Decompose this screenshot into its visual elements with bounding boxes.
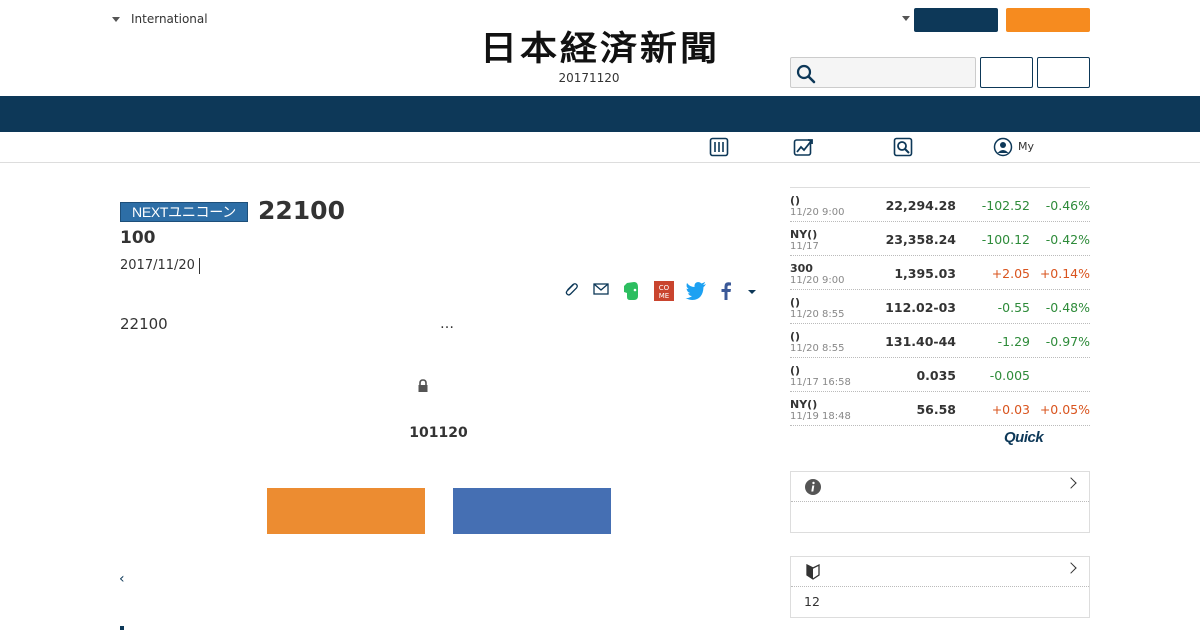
svg-text:ME: ME: [659, 292, 669, 300]
market-value: 112.02-03: [885, 300, 956, 315]
back-link[interactable]: ‹: [119, 571, 125, 587]
header-date: 20171120: [558, 71, 620, 85]
market-time: 11/20 9:00: [790, 275, 845, 286]
account-caret-icon[interactable]: [902, 16, 910, 21]
market-change: +0.03: [991, 402, 1030, 417]
edition-label: International: [131, 12, 208, 26]
market-change: -0.005: [989, 368, 1030, 383]
market-change: +2.05: [991, 266, 1030, 281]
market-row[interactable]: 300 11/20 9:00 1,395.03 +2.05 +0.14%: [790, 256, 1090, 290]
market-time: 11/20 8:55: [790, 309, 845, 320]
market-percent: +0.14%: [1039, 266, 1090, 281]
svg-text:CO: CO: [659, 284, 670, 292]
mail-icon[interactable]: [592, 280, 610, 298]
article-title: 22100: [258, 196, 345, 225]
market-change: -100.12: [981, 232, 1030, 247]
my-label[interactable]: My: [1018, 140, 1034, 153]
twitter-icon[interactable]: [684, 280, 708, 302]
chevron-right-icon: [1065, 477, 1077, 489]
site-header: International 日本経済新聞 20171120: [0, 0, 1200, 96]
header-button-2[interactable]: [1037, 57, 1090, 88]
date-separator: [199, 258, 200, 274]
caret-down-icon: [112, 16, 120, 22]
info-icon: [805, 479, 821, 495]
subscribe-cta-button[interactable]: [267, 488, 425, 534]
market-row[interactable]: NY() 11/19 18:48 56.58 +0.03 +0.05%: [790, 392, 1090, 426]
beginner-box-body: 12: [791, 587, 1089, 617]
market-percent: -0.46%: [1045, 198, 1090, 213]
login-cta-button[interactable]: [453, 488, 611, 534]
market-change: -0.55: [997, 300, 1030, 315]
market-name: NY(): [790, 228, 818, 241]
market-percent: -0.97%: [1045, 334, 1090, 349]
article-subtitle: 100: [120, 228, 156, 248]
site-logo[interactable]: 日本経済新聞: [450, 26, 750, 70]
market-table: () 11/20 9:00 22,294.28 -102.52 -0.46% NY() 11…: [790, 187, 1090, 426]
chevron-right-icon: [1065, 562, 1077, 574]
market-row[interactable]: () 11/20 9:00 22,294.28 -102.52 -0.46%: [790, 188, 1090, 222]
market-value: 1,395.03: [894, 266, 956, 281]
info-box: [790, 471, 1090, 533]
market-change: -102.52: [981, 198, 1030, 213]
more-share-caret-icon[interactable]: [745, 280, 759, 302]
market-name: (): [790, 194, 801, 207]
search-input[interactable]: [790, 57, 976, 88]
market-value: 131.40-44: [885, 334, 956, 349]
market-percent: +0.05%: [1039, 402, 1090, 417]
market-row[interactable]: () 11/20 8:55 112.02-03 -0.55 -0.48%: [790, 290, 1090, 324]
logo-text: 日本経済新聞: [480, 27, 720, 69]
market-value: 23,358.24: [885, 232, 956, 247]
beginner-box: 12: [790, 556, 1090, 618]
section-marker: [120, 626, 124, 630]
market-value: 22,294.28: [885, 198, 956, 213]
article-date: 2017/11/20: [120, 258, 195, 273]
market-time: 11/19 18:48: [790, 411, 851, 422]
search-icon[interactable]: [795, 63, 817, 85]
info-box-body: [791, 502, 1089, 532]
market-value: 0.035: [916, 368, 956, 383]
body-ellipsis: …: [440, 316, 454, 332]
market-name: NY(): [790, 398, 818, 411]
series-badge[interactable]: NEXTユニコーン: [120, 202, 248, 222]
market-time: 11/20 8:55: [790, 343, 845, 354]
facebook-icon[interactable]: [716, 280, 736, 302]
user-icon[interactable]: [993, 137, 1013, 157]
info-box-header[interactable]: [791, 472, 1089, 502]
market-chart-icon[interactable]: [793, 137, 815, 157]
edition-selector[interactable]: International: [112, 12, 208, 26]
beginner-box-header[interactable]: [791, 557, 1089, 587]
come-icon[interactable]: CO ME: [653, 280, 675, 302]
market-percent: -0.48%: [1045, 300, 1090, 315]
market-percent: -0.42%: [1045, 232, 1090, 247]
clip-icon[interactable]: [562, 280, 580, 298]
newspaper-icon[interactable]: [709, 137, 729, 157]
market-time: 11/17 16:58: [790, 377, 851, 388]
market-name: (): [790, 364, 801, 377]
beginner-box-text: 12: [804, 594, 820, 609]
search-box-icon[interactable]: [893, 137, 913, 157]
main-navbar: [0, 96, 1200, 132]
subscribe-button[interactable]: [1006, 8, 1090, 32]
market-row[interactable]: () 11/17 16:58 0.035 -0.005: [790, 358, 1090, 392]
market-row[interactable]: NY() 11/17 23,358.24 -100.12 -0.42%: [790, 222, 1090, 256]
market-time: 11/20 9:00: [790, 207, 845, 218]
beginner-mark-icon: [806, 563, 820, 580]
market-name: (): [790, 296, 801, 309]
evernote-icon[interactable]: [622, 280, 642, 302]
market-change: -1.29: [997, 334, 1030, 349]
sub-navigation: My: [0, 132, 1200, 163]
login-button[interactable]: [914, 8, 998, 32]
market-value: 56.58: [916, 402, 956, 417]
header-button-1[interactable]: [980, 57, 1033, 88]
lock-icon: [418, 379, 428, 392]
article-body: 22100: [120, 315, 168, 333]
market-time: 11/17: [790, 241, 819, 252]
market-row[interactable]: () 11/20 8:55 131.40-44 -1.29 -0.97%: [790, 324, 1090, 358]
member-only-notice: 101120: [409, 425, 468, 441]
market-name: 300: [790, 262, 813, 275]
market-name: (): [790, 330, 801, 343]
quick-logo[interactable]: Quick: [1004, 429, 1044, 446]
